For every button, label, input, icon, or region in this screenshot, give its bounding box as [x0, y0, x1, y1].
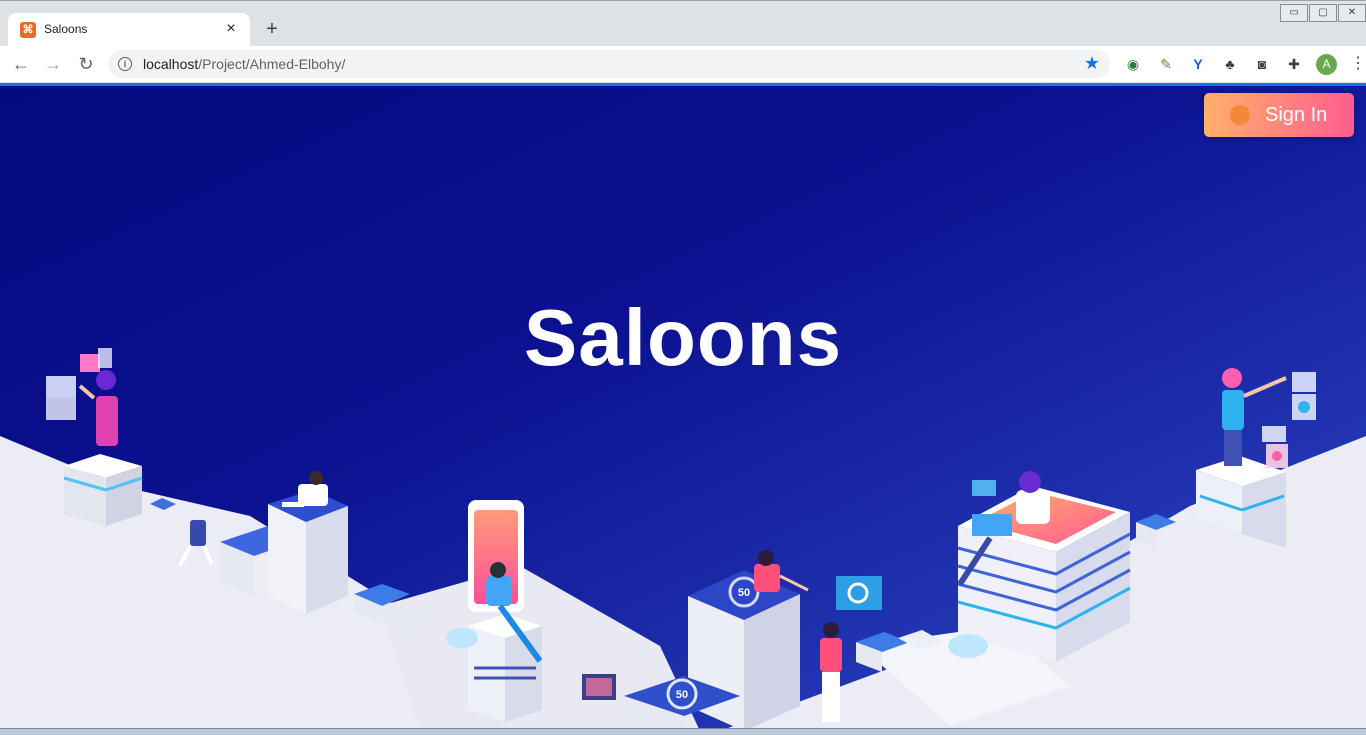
tab-close-icon[interactable]: ×	[222, 19, 240, 39]
left-pedestal	[63, 454, 143, 526]
minimize-button[interactable]: ▭	[1280, 4, 1308, 22]
camera-extension-icon[interactable]: ◙	[1252, 54, 1272, 74]
tower-badge-label: 50	[738, 587, 750, 599]
page-title: Saloons	[523, 293, 843, 382]
browser-tab[interactable]: ⌘ Saloons ×	[8, 13, 250, 47]
cloud-right	[948, 634, 988, 658]
browser-toolbar: ← → ↻ i localhost/Project/Ahmed-Elbohy/ …	[0, 46, 1366, 82]
cloud-left	[446, 628, 478, 648]
wappalyzer-extension-icon[interactable]: ♣	[1220, 54, 1240, 74]
base-badge-label: 50	[676, 689, 688, 701]
restore-button[interactable]: ▢	[1309, 4, 1337, 22]
new-tab-button[interactable]: +	[262, 17, 282, 41]
sign-in-label: Sign In	[1265, 104, 1328, 126]
globe-extension-icon[interactable]: ◉	[1123, 54, 1143, 74]
tab-title: Saloons	[44, 22, 88, 36]
y-extension-icon[interactable]: Y	[1188, 54, 1208, 74]
sign-in-button[interactable]: Sign In	[1204, 93, 1354, 137]
small-monitor	[582, 674, 616, 700]
kebab-menu-icon[interactable]: ⋮	[1350, 54, 1366, 74]
profile-avatar[interactable]: A	[1316, 54, 1337, 75]
page-hero: 50 50 Saloons Sign In	[0, 83, 1366, 728]
url-path: /Project/Ahmed-Elbohy/	[198, 56, 346, 72]
url-host: localhost	[143, 56, 199, 72]
puzzle-extensions-icon[interactable]: ✚	[1284, 54, 1304, 74]
back-arrow-icon[interactable]: ←	[10, 53, 32, 75]
bookmark-star-icon[interactable]: ★	[1084, 53, 1100, 74]
site-info-icon[interactable]: i	[118, 57, 132, 71]
isometric-illustration: 50 50	[0, 348, 1366, 728]
address-bar[interactable]: i localhost/Project/Ahmed-Elbohy/ ★	[108, 50, 1110, 78]
eyedropper-extension-icon[interactable]: ✎	[1156, 54, 1176, 74]
xampp-favicon-icon: ⌘	[20, 22, 36, 38]
forward-arrow-icon[interactable]: →	[42, 53, 64, 75]
reload-icon[interactable]: ↻	[75, 53, 97, 75]
browser-titlebar: ⌘ Saloons × + ▭ ▢ ✕	[0, 0, 1366, 47]
window-controls: ▭ ▢ ✕	[1279, 4, 1366, 22]
close-window-button[interactable]: ✕	[1338, 4, 1366, 22]
user-avatar-icon	[1230, 105, 1250, 125]
url-text[interactable]: localhost/Project/Ahmed-Elbohy/	[143, 56, 345, 72]
